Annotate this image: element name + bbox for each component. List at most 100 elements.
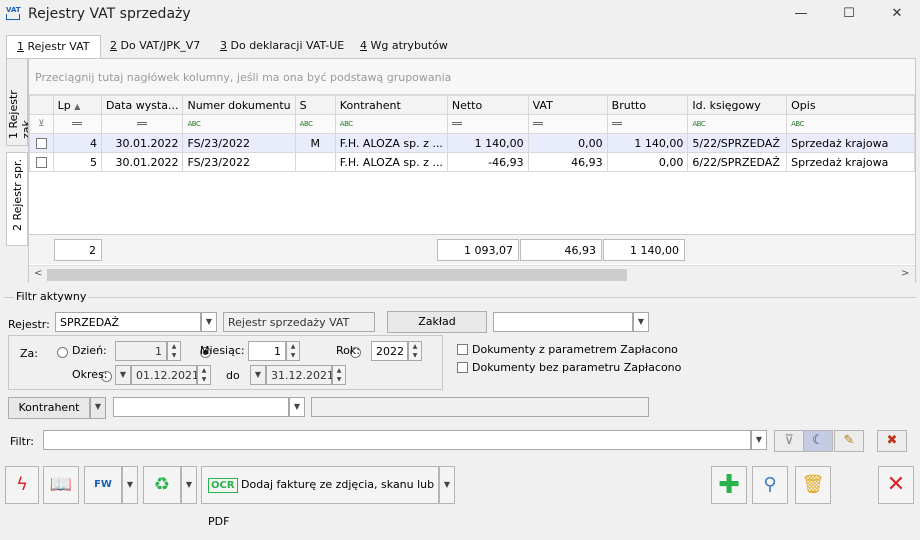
header-doc-number[interactable]: Numer dokumentu	[182, 95, 296, 115]
ocr-icon: OCR	[208, 478, 238, 493]
filter-cell-id[interactable]: ABC	[687, 114, 788, 134]
rok-field[interactable]: 2022	[371, 341, 408, 361]
okres-to-field: 31.12.2021	[266, 365, 334, 385]
add-icon[interactable]: ✚	[711, 466, 747, 504]
cell-opis: Sprzedaż krajowa	[786, 152, 915, 172]
abc-icon: ABC	[339, 120, 353, 128]
horizontal-scrollbar[interactable]: < >	[29, 265, 915, 283]
filter-wizard-icon[interactable]: ☾	[803, 430, 833, 452]
filter-cell-netto[interactable]	[446, 114, 529, 134]
documents-grid: Przeciągnij tutaj nagłówek kolumny, jeśl…	[28, 58, 916, 283]
summary-vat: 46,93	[520, 239, 602, 261]
group-by-hint: Przeciągnij tutaj nagłówek kolumny, jeśl…	[29, 59, 915, 95]
filter-cell-opis[interactable]: ABC	[786, 114, 915, 134]
zaklad-dropdown-icon[interactable]: ▼	[633, 312, 649, 332]
scroll-thumb[interactable]	[47, 269, 627, 281]
tab-wg-atrybutow[interactable]: 4 Wg atrybutów	[350, 35, 458, 57]
miesiac-spinner[interactable]: ▲ ▼	[286, 341, 300, 361]
cell-opis: Sprzedaż krajowa	[786, 133, 915, 153]
dzien-radio[interactable]	[57, 346, 68, 358]
refresh-doc-icon[interactable]: ♻	[143, 466, 181, 504]
kontrahent-name-field	[311, 397, 649, 417]
book-icon[interactable]: 📖	[43, 466, 79, 504]
filter-cell-vat[interactable]	[527, 114, 608, 134]
refresh-dropdown-icon[interactable]: ▼	[181, 466, 197, 504]
rejestr-dropdown-icon[interactable]: ▼	[201, 312, 217, 332]
tab-do-deklaracji-vat-ue[interactable]: 3 Do deklaracji VAT-UE	[210, 35, 354, 57]
documents-table: Lp ▲ Data wysta... Numer dokumentu S Kon…	[29, 95, 915, 172]
header-lp[interactable]: Lp ▲	[52, 95, 102, 115]
close-icon[interactable]: ✕	[878, 466, 914, 504]
filtr-label: Filtr:	[10, 435, 34, 448]
kontrahent-button[interactable]: Kontrahent	[8, 397, 90, 419]
table-row[interactable]: 4 30.01.2022 FS/23/2022 M F.H. ALOZA sp.…	[29, 133, 915, 153]
filter-cell-lp[interactable]	[52, 114, 102, 134]
vtab-rejestr-zakupow[interactable]: 1 Rejestr zak.	[6, 58, 33, 146]
kontrahent-type-dropdown-icon[interactable]: ▼	[90, 397, 106, 419]
do-label: do	[226, 369, 240, 382]
cell-netto: -46,93	[446, 152, 529, 172]
row-checkbox[interactable]	[35, 157, 47, 168]
filter-cell-date[interactable]	[100, 114, 184, 134]
app-icon: VAT	[6, 6, 24, 22]
filter-cell-brutto[interactable]	[606, 114, 689, 134]
maximize-button[interactable]: ☐	[834, 4, 864, 24]
header-s[interactable]: S	[294, 95, 336, 115]
ocr-dropdown-icon[interactable]: ▼	[439, 466, 455, 504]
filter-cell-contractor[interactable]: ABC	[334, 114, 448, 134]
header-brutto[interactable]: Brutto	[606, 95, 689, 115]
filtr-dropdown-icon[interactable]: ▼	[751, 430, 767, 450]
summary-row: 2 1 093,07 46,93 1 140,00	[29, 234, 915, 264]
scroll-left-icon[interactable]: <	[34, 268, 42, 279]
paid-without-checkbox[interactable]	[457, 362, 468, 373]
okres-label: Okres:	[72, 368, 108, 381]
fw-document-icon[interactable]: FW	[84, 466, 122, 504]
row-checkbox[interactable]	[35, 138, 47, 149]
abc-icon: ABC	[692, 120, 706, 128]
rok-label: Rok:	[336, 344, 360, 357]
rok-spinner[interactable]: ▲ ▼	[408, 341, 422, 361]
lightning-icon[interactable]: ϟ	[5, 466, 39, 504]
filter-cell-s[interactable]: ABC	[294, 114, 336, 134]
edit-filter-icon[interactable]: ✎	[834, 430, 864, 452]
trash-icon[interactable]: 🗑	[795, 466, 831, 504]
tab-rejestr-vat[interactable]: 1 Rejestr VAT	[6, 35, 101, 59]
abc-icon: ABC	[187, 120, 201, 128]
zaklad-select[interactable]	[493, 312, 633, 332]
header-select[interactable]	[29, 95, 54, 115]
paid-with-label: Dokumenty z parametrem Zapłacono	[472, 343, 678, 356]
minimize-button[interactable]: —	[786, 4, 816, 24]
tab-do-vat-jpk[interactable]: 2 Do VAT/JPK_V7	[100, 35, 210, 57]
close-window-button[interactable]: ✕	[882, 4, 912, 24]
table-row[interactable]: 5 30.01.2022 FS/23/2022 F.H. ALOZA sp. z…	[29, 152, 915, 172]
fw-dropdown-icon[interactable]: ▼	[122, 466, 138, 504]
rejestr-name-field: Rejestr sprzedaży VAT	[223, 312, 375, 332]
cell-brutto: 0,00	[606, 152, 689, 172]
filter-funnel-icon[interactable]: ⊻	[29, 114, 54, 134]
header-contractor[interactable]: Kontrahent	[334, 95, 448, 115]
filtr-input[interactable]	[43, 430, 751, 450]
header-id-ksiegowy[interactable]: Id. księgowy	[687, 95, 788, 115]
zaklad-button[interactable]: Zakład	[387, 311, 487, 333]
cell-lp: 4	[52, 133, 102, 153]
rejestr-select[interactable]: SPRZEDAŻ	[55, 312, 201, 332]
header-opis[interactable]: Opis	[786, 95, 915, 115]
vtab-rejestr-sprzedazy[interactable]: 2 Rejestr spr.	[6, 152, 28, 246]
equals-icon	[72, 122, 83, 125]
header-row: Lp ▲ Data wysta... Numer dokumentu S Kon…	[29, 95, 915, 115]
clear-filter-icon[interactable]: ✖	[877, 430, 907, 452]
paid-with-checkbox[interactable]	[457, 344, 468, 355]
magnifier-icon[interactable]: ⚲	[752, 466, 788, 504]
funnel-icon[interactable]: ⊽	[774, 430, 804, 452]
ocr-add-invoice-button[interactable]: OCR Dodaj fakturę ze zdjęcia, skanu lub …	[201, 466, 439, 528]
scroll-right-icon[interactable]: >	[901, 268, 909, 279]
header-vat[interactable]: VAT	[527, 95, 608, 115]
header-date[interactable]: Data wysta...	[100, 95, 184, 115]
cell-lp: 5	[52, 152, 102, 172]
miesiac-field[interactable]: 1	[248, 341, 286, 361]
kontrahent-select[interactable]	[113, 397, 289, 417]
header-netto[interactable]: Netto	[446, 95, 529, 115]
equals-icon	[611, 122, 622, 125]
filter-cell-doc[interactable]: ABC	[182, 114, 296, 134]
kontrahent-dropdown-icon[interactable]: ▼	[289, 397, 305, 417]
